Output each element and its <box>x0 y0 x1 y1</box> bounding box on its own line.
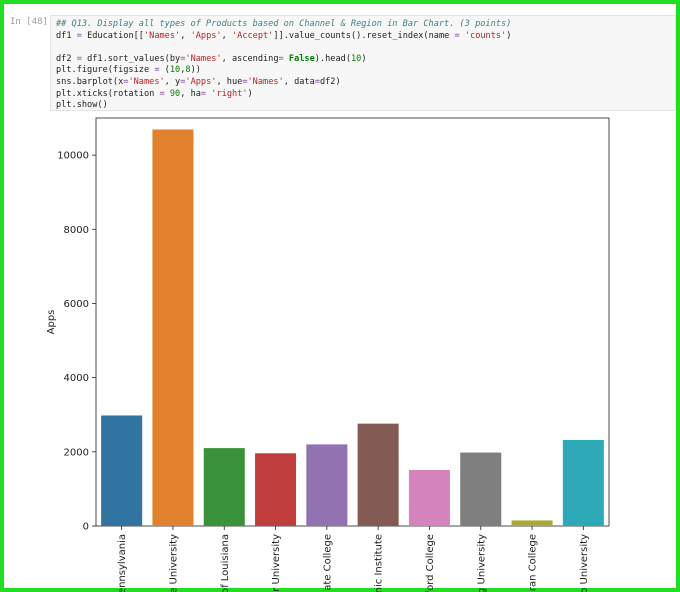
bar <box>152 129 194 527</box>
y-tick-label: 4000 <box>64 373 89 384</box>
x-tick-label: g University <box>476 534 487 592</box>
bar <box>203 448 245 526</box>
y-tick-label: 10000 <box>57 151 89 162</box>
bar <box>306 444 348 526</box>
y-tick-label: 2000 <box>64 447 89 458</box>
y-axis-label: Apps <box>46 310 57 335</box>
x-tick-label: p University <box>579 534 590 592</box>
x-tick-label: of Louisiana <box>220 534 231 592</box>
x-tick-label: ate College <box>322 534 333 591</box>
bar-chart: 0 2000 4000 6000 8000 10000 ennsylvania e Unive… <box>46 117 610 592</box>
bar <box>562 439 604 526</box>
bar <box>460 452 502 526</box>
x-tick-label: ennsylvania <box>117 534 128 592</box>
bar <box>408 469 450 526</box>
x-tick-label: ford College <box>425 534 436 592</box>
bar <box>357 423 399 526</box>
x-tick-label: nic Institute <box>374 534 385 592</box>
x-tick-label: ran College <box>528 534 539 591</box>
y-tick-label: 6000 <box>64 299 89 310</box>
bar <box>255 453 297 526</box>
bar <box>511 520 553 526</box>
x-tick-label: r University <box>271 534 282 592</box>
y-tick-label: 8000 <box>64 225 89 236</box>
x-tick-label: e University <box>168 534 179 592</box>
bar <box>101 415 143 526</box>
y-tick-label: 0 <box>83 522 89 533</box>
